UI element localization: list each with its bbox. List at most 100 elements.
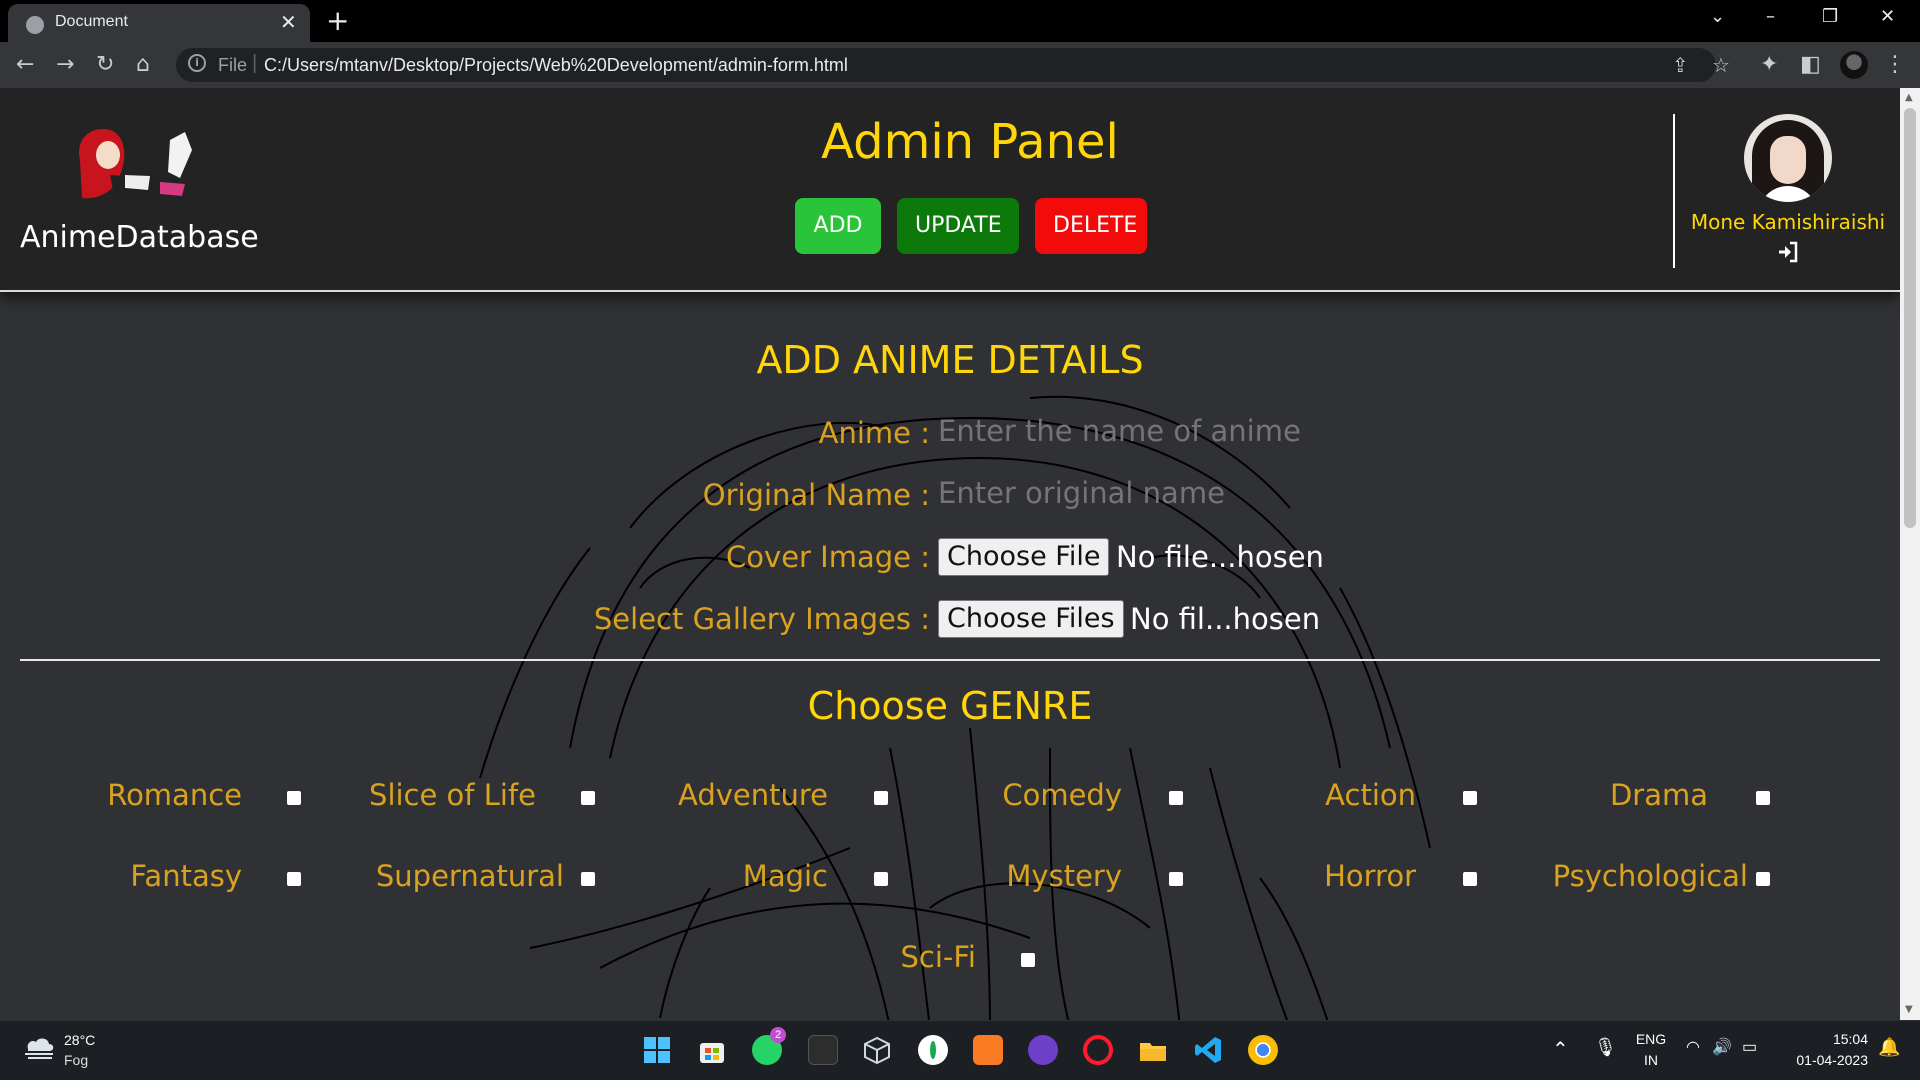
browser-tab[interactable]: Document ✕ — [8, 4, 310, 42]
genre-label-comedy: Comedy — [1002, 778, 1122, 812]
genre-label-adventure: Adventure — [678, 778, 828, 812]
xampp-icon[interactable] — [973, 1035, 1003, 1065]
fog-weather-icon[interactable] — [22, 1035, 56, 1061]
new-tab-icon[interactable]: + — [326, 4, 349, 37]
notifications-icon[interactable]: 🔔 — [1878, 1037, 1900, 1058]
brand-name[interactable]: AnimeDatabase — [20, 220, 259, 255]
windows-taskbar: 28°C Fog 2 ⌃ 🎙 ENG IN ◠ 🔊 ▭ 15:04 01-04-… — [0, 1020, 1920, 1080]
anime-label: Anime : — [818, 416, 930, 450]
delete-button[interactable]: DELETE — [1035, 198, 1147, 254]
gallery-images-file-button[interactable]: Choose Files — [938, 600, 1124, 638]
show-hidden-icons-icon[interactable]: ⌃ — [1552, 1037, 1569, 1062]
chrome-icon[interactable] — [1248, 1035, 1278, 1065]
gallery-images-label: Select Gallery Images : — [593, 602, 930, 636]
scroll-down-icon[interactable]: ▼ — [1905, 1004, 1913, 1015]
whatsapp-icon[interactable]: 2 — [752, 1027, 786, 1065]
close-tab-icon[interactable]: ✕ — [280, 10, 297, 34]
gallery-images-status: No fil...hosen — [1130, 602, 1321, 636]
url-scheme: File — [218, 55, 248, 75]
clock-date[interactable]: 01-04-2023 — [1782, 1052, 1868, 1068]
restore-icon[interactable]: ❐ — [1822, 6, 1838, 27]
share-icon[interactable]: ⇪ — [1672, 53, 1689, 77]
logout-icon[interactable] — [1776, 240, 1800, 264]
language-top[interactable]: ENG — [1634, 1031, 1668, 1047]
update-button[interactable]: UPDATE — [897, 198, 1019, 254]
anime-name-input[interactable] — [938, 414, 1338, 448]
mongodb-leaf — [930, 1041, 936, 1059]
globe-icon — [26, 16, 44, 34]
genre-label-supernatural: Supernatural — [375, 859, 564, 893]
clock-time[interactable]: 15:04 — [1782, 1031, 1868, 1047]
file-explorer-icon[interactable] — [1138, 1035, 1168, 1065]
tab-title: Document — [55, 13, 128, 30]
form-title: ADD ANIME DETAILS — [756, 338, 1144, 382]
wifi-icon[interactable]: ◠ — [1686, 1037, 1700, 1057]
genre-title: Choose GENRE — [807, 684, 1093, 728]
close-window-icon[interactable]: ✕ — [1880, 6, 1895, 27]
github-desktop-icon[interactable] — [1028, 1035, 1058, 1065]
genre-label-magic: Magic — [742, 859, 828, 893]
genre-label-romance: Romance — [107, 778, 242, 812]
genre-checkbox-sci-fi[interactable] — [1021, 953, 1035, 967]
scroll-up-icon[interactable]: ▲ — [1905, 92, 1913, 103]
original-name-input[interactable] — [938, 476, 1338, 510]
original-name-label: Original Name : — [702, 478, 930, 512]
language-bottom[interactable]: IN — [1634, 1052, 1668, 1068]
side-panel-icon[interactable]: ◧ — [1800, 52, 1821, 77]
user-name: Mone Kamishiraishi — [1690, 210, 1886, 234]
whatsapp-badge: 2 — [770, 1027, 786, 1043]
user-avatar[interactable] — [1744, 114, 1832, 202]
avatar-face — [1770, 136, 1806, 184]
page-title: Admin Panel — [821, 114, 1119, 170]
site-header: AnimeDatabase Admin Panel ADD UPDATE DEL… — [0, 88, 1900, 292]
home-icon[interactable]: ⌂ — [136, 52, 150, 77]
genre-checkbox-horror[interactable] — [1463, 872, 1477, 886]
vscode-icon[interactable] — [1193, 1035, 1223, 1065]
genre-label-fantasy: Fantasy — [130, 859, 242, 893]
forward-icon[interactable]: → — [56, 52, 74, 77]
windows-start-icon[interactable] — [642, 1035, 672, 1065]
profile-avatar-icon[interactable] — [1840, 51, 1868, 79]
section-divider — [20, 659, 1880, 661]
battery-icon[interactable]: ▭ — [1742, 1037, 1757, 1057]
weather-temperature: 28°C — [64, 1032, 96, 1048]
minimize-icon[interactable]: – — [1766, 6, 1775, 27]
reload-icon[interactable]: ↻ — [96, 52, 114, 77]
page-scrollbar[interactable]: ▲ ▼ — [1900, 88, 1920, 1020]
url-separator: | — [252, 52, 258, 74]
opera-icon[interactable] — [1083, 1035, 1113, 1065]
page-content: AnimeDatabase Admin Panel ADD UPDATE DEL… — [0, 88, 1900, 1020]
menu-icon[interactable]: ⋮ — [1884, 52, 1906, 77]
genre-checkbox-fantasy[interactable] — [287, 872, 301, 886]
cover-image-status: No file...hosen — [1116, 540, 1324, 574]
back-icon[interactable]: ← — [16, 52, 34, 77]
header-divider — [1673, 114, 1675, 268]
info-icon[interactable]: i — [188, 54, 206, 72]
terminal-icon[interactable] — [808, 1035, 838, 1065]
genre-label-slice-of-life: Slice of Life — [369, 778, 536, 812]
scrollbar-thumb[interactable] — [1904, 108, 1916, 528]
genre-label-horror: Horror — [1324, 859, 1416, 893]
genre-label-action: Action — [1325, 778, 1416, 812]
microphone-icon[interactable]: 🎙 — [1594, 1037, 1617, 1058]
volume-icon[interactable]: 🔊 — [1712, 1037, 1732, 1057]
genre-label-mystery: Mystery — [1006, 859, 1122, 893]
extensions-icon[interactable]: ✦ — [1760, 52, 1778, 77]
browser-toolbar: ← → ↻ ⌂ i File | C:/Users/mtanv/Desktop/… — [0, 42, 1920, 88]
genre-label-drama: Drama — [1609, 778, 1708, 812]
add-button[interactable]: ADD — [795, 198, 881, 254]
browser-titlebar: Document ✕ + ⌄ – ❐ ✕ — [0, 0, 1920, 42]
url-text[interactable]: C:/Users/mtanv/Desktop/Projects/Web%20De… — [264, 55, 848, 76]
genre-checkbox-psychological[interactable] — [1756, 872, 1770, 886]
genre-checkbox-drama[interactable] — [1756, 791, 1770, 805]
genre-label-psychological: Psychological — [1552, 859, 1748, 893]
mongodb-compass-icon[interactable] — [918, 1035, 948, 1065]
tab-search-icon[interactable]: ⌄ — [1710, 6, 1725, 27]
virtualbox-icon[interactable] — [862, 1035, 892, 1065]
bookmark-star-icon[interactable]: ☆ — [1712, 53, 1730, 77]
genre-label-sci-fi: Sci-Fi — [900, 940, 976, 974]
microsoft-store-icon[interactable] — [697, 1035, 727, 1065]
cover-image-file-button[interactable]: Choose File — [938, 538, 1110, 576]
address-bar[interactable]: i File | C:/Users/mtanv/Desktop/Projects… — [176, 48, 1716, 82]
weather-description: Fog — [64, 1052, 89, 1068]
